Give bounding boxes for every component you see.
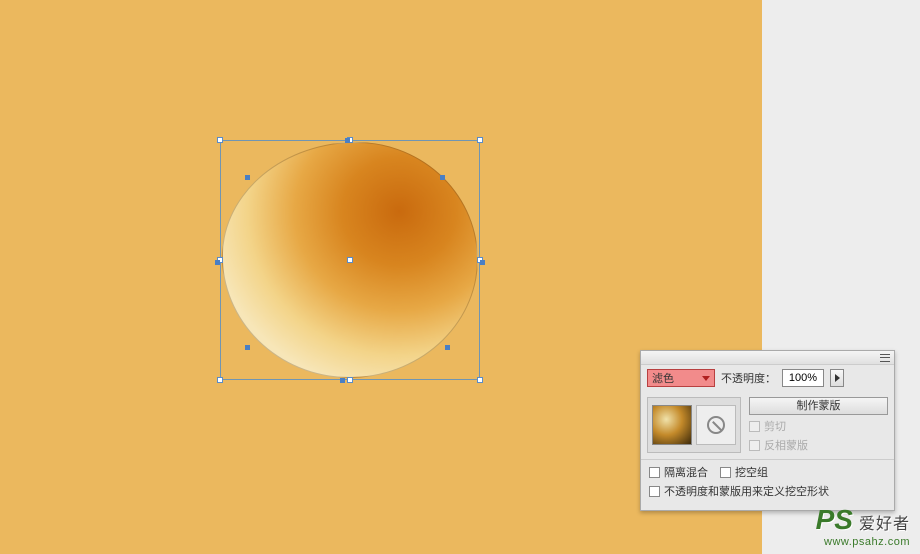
clip-checkbox	[749, 421, 760, 432]
arrow-right-icon	[835, 374, 840, 382]
transparency-panel: 滤色 不透明度： 100% 制作蒙版 剪切 反相蒙版	[640, 350, 895, 511]
anchor-point[interactable]	[245, 175, 250, 180]
define-knockout-row: 不透明度和蒙版用来定义挖空形状	[649, 483, 886, 499]
handle-bot-left[interactable]	[217, 377, 223, 383]
handle-top-left[interactable]	[217, 137, 223, 143]
anchor-point[interactable]	[340, 378, 345, 383]
watermark: PS 爱好者 www.psahz.com	[816, 504, 910, 548]
handle-bot-mid[interactable]	[347, 377, 353, 383]
anchor-point[interactable]	[445, 345, 450, 350]
watermark-ps: PS	[816, 504, 853, 536]
handle-bot-right[interactable]	[477, 377, 483, 383]
invert-checkbox	[749, 440, 760, 451]
define-knockout-checkbox[interactable]	[649, 486, 660, 497]
watermark-cn: 爱好者	[859, 510, 910, 534]
panel-footer: 隔离混合 挖空组 不透明度和蒙版用来定义挖空形状	[641, 459, 894, 510]
anchor-point[interactable]	[480, 260, 485, 265]
object-thumbnail[interactable]	[652, 405, 692, 445]
opacity-input[interactable]: 100%	[782, 369, 824, 387]
anchor-point[interactable]	[440, 175, 445, 180]
panel-top-row: 滤色 不透明度： 100%	[641, 365, 894, 391]
invert-label: 反相蒙版	[764, 437, 808, 453]
blend-mode-label: 滤色	[652, 370, 674, 386]
mask-thumbnail[interactable]	[696, 405, 736, 445]
define-knockout-label: 不透明度和蒙版用来定义挖空形状	[664, 483, 829, 499]
watermark-url: www.psahz.com	[816, 536, 910, 548]
panel-titlebar[interactable]	[641, 351, 894, 365]
clip-label: 剪切	[764, 418, 786, 434]
invert-row: 反相蒙版	[749, 437, 888, 453]
blend-mode-select[interactable]: 滤色	[647, 369, 715, 387]
isolate-checkbox[interactable]	[649, 467, 660, 478]
make-mask-button[interactable]: 制作蒙版	[749, 397, 888, 415]
mask-controls: 制作蒙版 剪切 反相蒙版	[749, 397, 888, 453]
isolate-row: 隔离混合 挖空组	[649, 464, 886, 480]
watermark-logo: PS 爱好者	[816, 504, 910, 536]
opacity-label: 不透明度：	[721, 370, 776, 386]
handle-top-right[interactable]	[477, 137, 483, 143]
anchor-point[interactable]	[345, 138, 350, 143]
no-mask-icon	[707, 416, 725, 434]
knockout-checkbox[interactable]	[720, 467, 731, 478]
panel-body: 制作蒙版 剪切 反相蒙版	[641, 391, 894, 459]
anchor-point[interactable]	[245, 345, 250, 350]
panel-menu-icon[interactable]	[880, 353, 890, 363]
knockout-label: 挖空组	[735, 464, 768, 480]
thumbnail-group	[647, 397, 741, 453]
dropdown-icon	[702, 376, 710, 381]
handle-center[interactable]	[347, 257, 353, 263]
selection-wrap	[190, 120, 495, 395]
opacity-stepper[interactable]	[830, 369, 844, 387]
anchor-point[interactable]	[215, 260, 220, 265]
clip-row: 剪切	[749, 418, 888, 434]
isolate-label: 隔离混合	[664, 464, 708, 480]
